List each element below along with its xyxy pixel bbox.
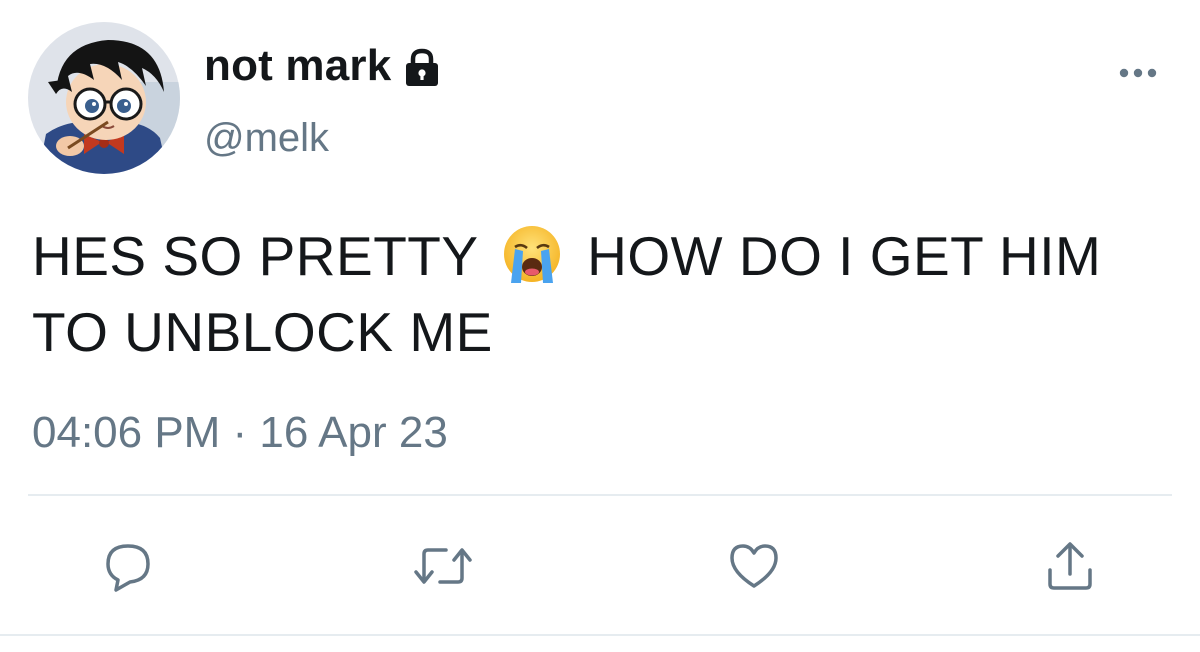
divider bbox=[28, 494, 1172, 496]
more-options-icon[interactable] bbox=[1116, 62, 1160, 84]
lock-icon bbox=[401, 46, 443, 88]
display-name[interactable]: not mark bbox=[204, 41, 391, 91]
user-handle[interactable]: @melk bbox=[204, 116, 329, 161]
retweet-button[interactable] bbox=[412, 540, 472, 592]
bottom-divider bbox=[0, 634, 1200, 636]
tweet-text-line2: TO UNBLOCK ME bbox=[32, 301, 493, 363]
tweet-card: not mark @melk HES SO PRETTY HOW DO I GE… bbox=[0, 0, 1200, 652]
avatar[interactable] bbox=[28, 22, 180, 174]
retweet-icon bbox=[414, 548, 472, 584]
share-icon bbox=[1048, 542, 1092, 590]
like-button[interactable] bbox=[728, 540, 780, 592]
tweet-text-part1: HES SO PRETTY bbox=[32, 225, 494, 287]
loudly-crying-face-icon bbox=[501, 223, 563, 285]
tweet-text: HES SO PRETTY HOW DO I GET HIM TO UNBLOC… bbox=[32, 218, 1182, 370]
reply-button[interactable] bbox=[102, 540, 154, 592]
share-button[interactable] bbox=[1044, 540, 1096, 592]
tweet-text-part2: HOW DO I GET HIM bbox=[571, 225, 1102, 287]
reply-icon bbox=[106, 544, 150, 592]
tweet-timestamp[interactable]: 04:06 PM · 16 Apr 23 bbox=[32, 408, 448, 458]
user-name-row: not mark bbox=[204, 40, 443, 92]
heart-icon bbox=[730, 544, 778, 588]
